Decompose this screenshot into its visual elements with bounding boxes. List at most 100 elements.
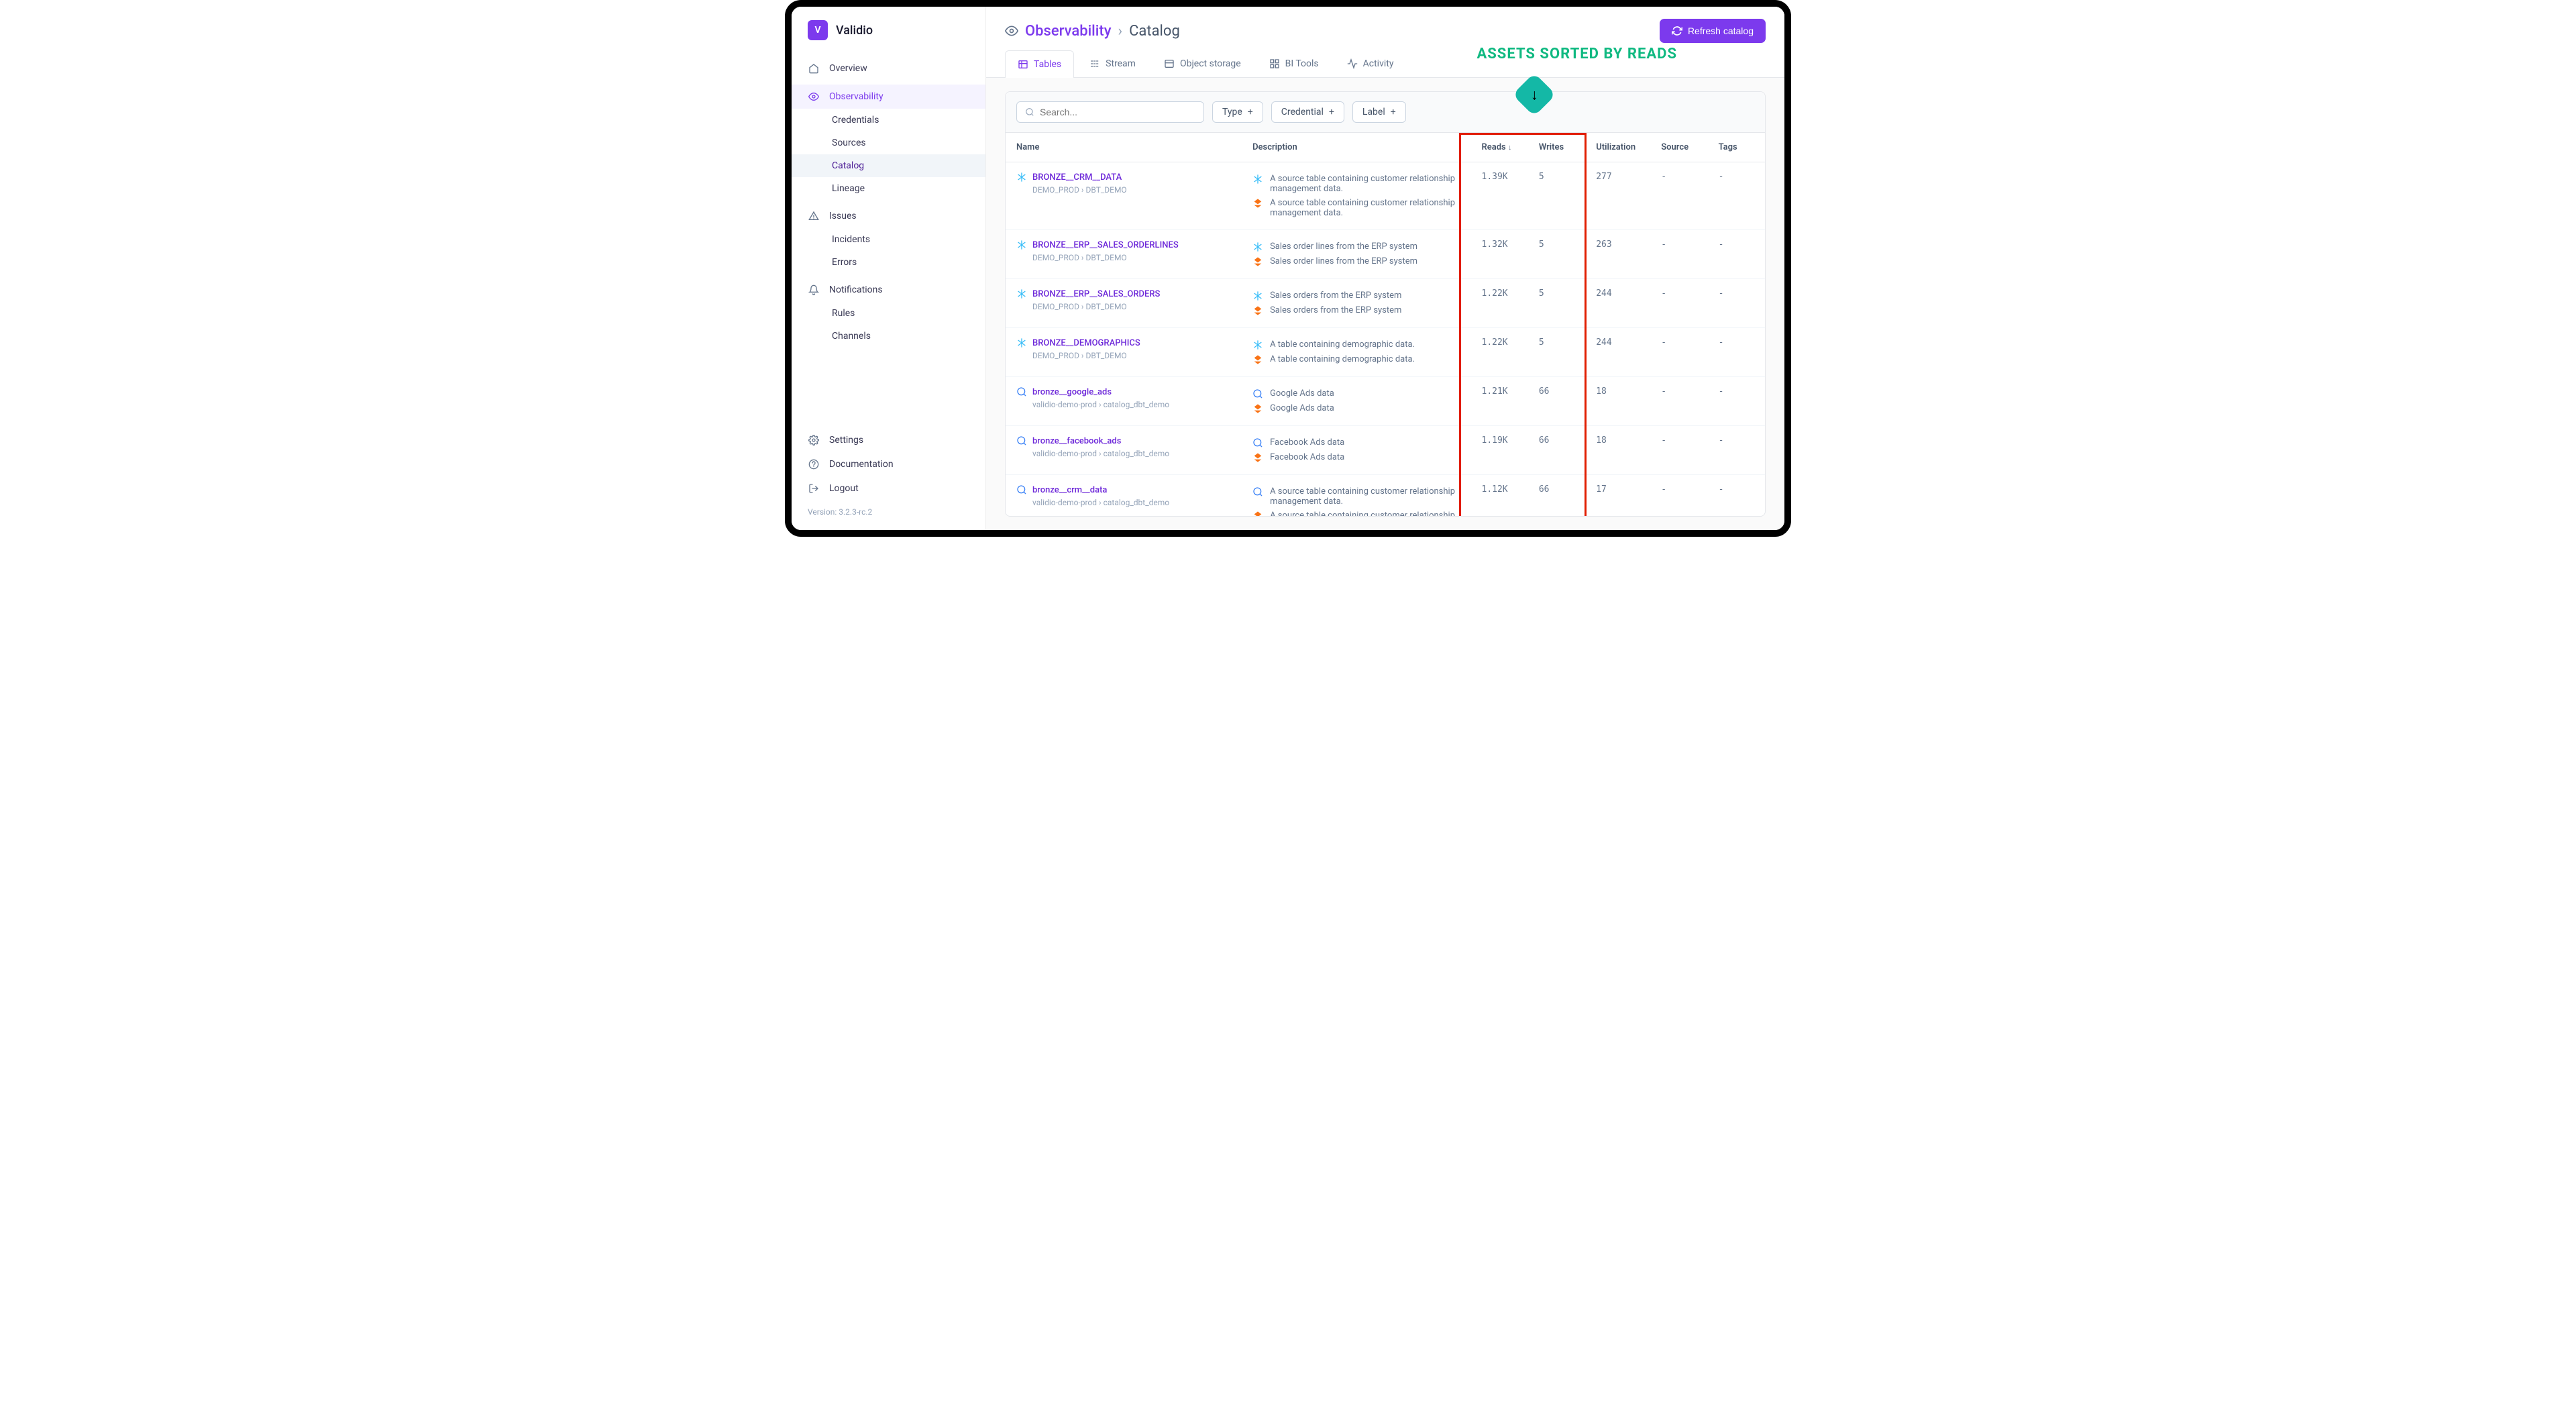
table-row[interactable]: BRONZE__ERP__SALES_ORDERS DEMO_PROD › DB… xyxy=(1006,279,1765,328)
tab-object-storage[interactable]: Object storage xyxy=(1151,50,1254,77)
column-header-source[interactable]: Source xyxy=(1650,133,1707,162)
dbt-icon xyxy=(1252,403,1263,414)
source-value: - xyxy=(1650,426,1707,475)
asset-name[interactable]: BRONZE__CRM__DATA xyxy=(1016,172,1231,183)
table-row[interactable]: bronze__google_ads validio-demo-prod › c… xyxy=(1006,377,1765,426)
footer-item-documentation[interactable]: Documentation xyxy=(808,452,969,476)
dbt-icon xyxy=(1252,198,1263,209)
asset-name[interactable]: bronze__google_ads xyxy=(1016,386,1231,397)
search-input-wrapper[interactable] xyxy=(1016,101,1204,123)
plus-icon: + xyxy=(1391,107,1396,117)
reads-value: 1.12K xyxy=(1471,475,1528,517)
table-row[interactable]: BRONZE__CRM__DATA DEMO_PROD › DBT_DEMO A… xyxy=(1006,162,1765,230)
reads-value: 1.22K xyxy=(1471,279,1528,328)
nav-label: Lineage xyxy=(832,183,865,194)
nav-label: Overview xyxy=(829,63,867,74)
nav-item-issues[interactable]: Issues xyxy=(792,204,985,228)
column-header-tags[interactable]: Tags xyxy=(1708,133,1765,162)
footer-label: Settings xyxy=(829,435,863,446)
table-row[interactable]: BRONZE__ERP__SALES_ORDERLINES DEMO_PROD … xyxy=(1006,230,1765,279)
asset-name[interactable]: BRONZE__ERP__SALES_ORDERS xyxy=(1016,289,1231,299)
description-text: Sales order lines from the ERP system xyxy=(1270,242,1417,252)
filter-chip-type[interactable]: Type+ xyxy=(1212,101,1263,123)
nav-subitem-rules[interactable]: Rules xyxy=(792,302,985,325)
snowflake-icon xyxy=(1252,340,1263,350)
source-value: - xyxy=(1650,328,1707,377)
writes-value: 66 xyxy=(1528,377,1585,426)
source-value: - xyxy=(1650,377,1707,426)
plus-icon: + xyxy=(1329,107,1334,117)
nav-item-overview[interactable]: Overview xyxy=(792,56,985,81)
asset-name[interactable]: bronze__crm__data xyxy=(1016,484,1231,495)
alert-icon xyxy=(808,210,820,222)
main: Observability › Catalog Refresh catalog … xyxy=(986,7,1784,530)
catalog-table: NameDescriptionReads ↓WritesUtilizationS… xyxy=(1006,133,1765,516)
source-value: - xyxy=(1650,230,1707,279)
nav-subitem-lineage[interactable]: Lineage xyxy=(792,177,985,200)
tags-value: - xyxy=(1708,328,1765,377)
tab-label: Tables xyxy=(1034,59,1061,70)
footer-item-settings[interactable]: Settings xyxy=(808,428,969,452)
snowflake-icon xyxy=(1016,240,1027,250)
breadcrumb-separator: › xyxy=(1118,23,1123,40)
footer-item-logout[interactable]: Logout xyxy=(808,476,969,501)
column-header-reads[interactable]: Reads ↓ xyxy=(1471,133,1528,162)
refresh-catalog-button[interactable]: Refresh catalog xyxy=(1660,19,1766,43)
nav-subitem-sources[interactable]: Sources xyxy=(792,132,985,154)
search-input[interactable] xyxy=(1040,107,1195,117)
tags-value: - xyxy=(1708,162,1765,230)
utilization-value: 277 xyxy=(1585,162,1650,230)
catalog-table-wrapper: NameDescriptionReads ↓WritesUtilizationS… xyxy=(1006,133,1765,516)
tags-value: - xyxy=(1708,426,1765,475)
nav-label: Notifications xyxy=(829,284,883,295)
asset-path: validio-demo-prod › catalog_dbt_demo xyxy=(1016,397,1231,409)
filter-chip-label[interactable]: Label+ xyxy=(1352,101,1406,123)
table-row[interactable]: bronze__facebook_ads validio-demo-prod ›… xyxy=(1006,426,1765,475)
column-header-writes[interactable]: Writes xyxy=(1528,133,1585,162)
asset-path: validio-demo-prod › catalog_dbt_demo xyxy=(1016,446,1231,458)
asset-name[interactable]: bronze__facebook_ads xyxy=(1016,435,1231,446)
nav-label: Errors xyxy=(832,257,857,268)
refresh-label: Refresh catalog xyxy=(1688,25,1754,36)
nav-label: Channels xyxy=(832,331,871,342)
nav-label: Rules xyxy=(832,308,855,319)
column-header-description[interactable]: Description xyxy=(1242,133,1470,162)
footer-label: Logout xyxy=(829,483,859,494)
gear-icon xyxy=(808,434,820,446)
nav-item-observability[interactable]: Observability xyxy=(792,85,985,109)
asset-name[interactable]: BRONZE__DEMOGRAPHICS xyxy=(1016,338,1231,348)
version-label: Version: 3.2.3-rc.2 xyxy=(808,501,969,517)
description-text: A source table containing customer relat… xyxy=(1270,511,1460,516)
table-row[interactable]: bronze__crm__data validio-demo-prod › ca… xyxy=(1006,475,1765,517)
nav-subitem-incidents[interactable]: Incidents xyxy=(792,228,985,251)
nav-label: Issues xyxy=(829,211,857,221)
bell-icon xyxy=(808,284,820,296)
tab-stream[interactable]: Stream xyxy=(1077,50,1148,77)
tab-tables[interactable]: Tables xyxy=(1005,50,1074,78)
column-header-name[interactable]: Name xyxy=(1006,133,1242,162)
breadcrumb-root[interactable]: Observability xyxy=(1025,23,1112,40)
stream-icon xyxy=(1089,58,1100,69)
nav-subitem-errors[interactable]: Errors xyxy=(792,251,985,274)
breadcrumb: Observability › Catalog xyxy=(1005,23,1180,40)
nav-item-notifications[interactable]: Notifications xyxy=(792,278,985,302)
writes-value: 5 xyxy=(1528,279,1585,328)
tags-value: - xyxy=(1708,230,1765,279)
nav-subitem-channels[interactable]: Channels xyxy=(792,325,985,348)
tab-activity[interactable]: Activity xyxy=(1334,50,1407,77)
column-header-utilization[interactable]: Utilization xyxy=(1585,133,1650,162)
reads-value: 1.32K xyxy=(1471,230,1528,279)
tab-bi-tools[interactable]: BI Tools xyxy=(1256,50,1332,77)
nav-subitem-credentials[interactable]: Credentials xyxy=(792,109,985,132)
dbt-icon xyxy=(1252,256,1263,267)
filter-chip-credential[interactable]: Credential+ xyxy=(1271,101,1344,123)
description-text: A table containing demographic data. xyxy=(1270,340,1415,350)
description-text: A source table containing customer relat… xyxy=(1270,198,1460,218)
nav-subitem-catalog[interactable]: Catalog xyxy=(792,154,985,177)
table-row[interactable]: BRONZE__DEMOGRAPHICS DEMO_PROD › DBT_DEM… xyxy=(1006,328,1765,377)
utilization-value: 17 xyxy=(1585,475,1650,517)
nav-label: Catalog xyxy=(832,160,864,171)
asset-name[interactable]: BRONZE__ERP__SALES_ORDERLINES xyxy=(1016,240,1231,250)
brand-name: Validio xyxy=(836,23,873,38)
tab-label: Stream xyxy=(1106,58,1136,69)
